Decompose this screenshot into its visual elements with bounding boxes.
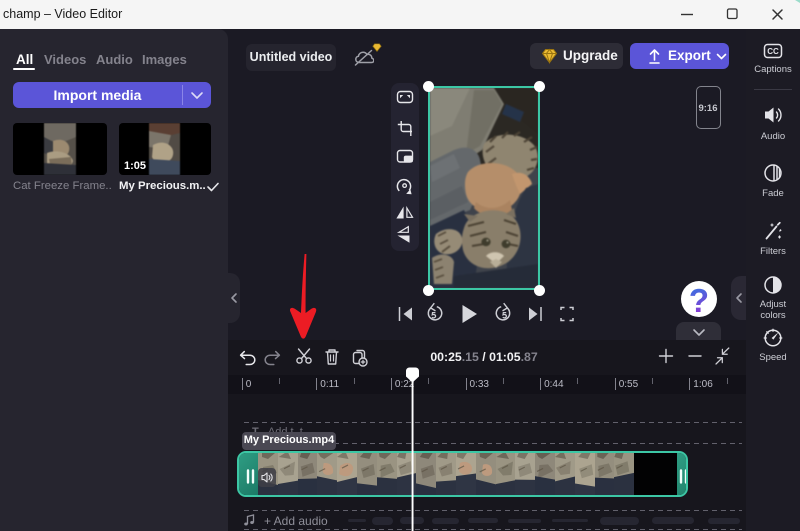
svg-text:Speed: Speed <box>759 352 786 363</box>
svg-text:colors: colors <box>760 310 786 321</box>
svg-text:Audio: Audio <box>761 131 785 142</box>
svg-text:Captions: Captions <box>754 64 792 75</box>
svg-text:Filters: Filters <box>760 246 786 257</box>
svg-text:Fade: Fade <box>762 188 784 199</box>
svg-text:CC: CC <box>767 47 779 56</box>
svg-text:Adjust: Adjust <box>760 299 787 310</box>
